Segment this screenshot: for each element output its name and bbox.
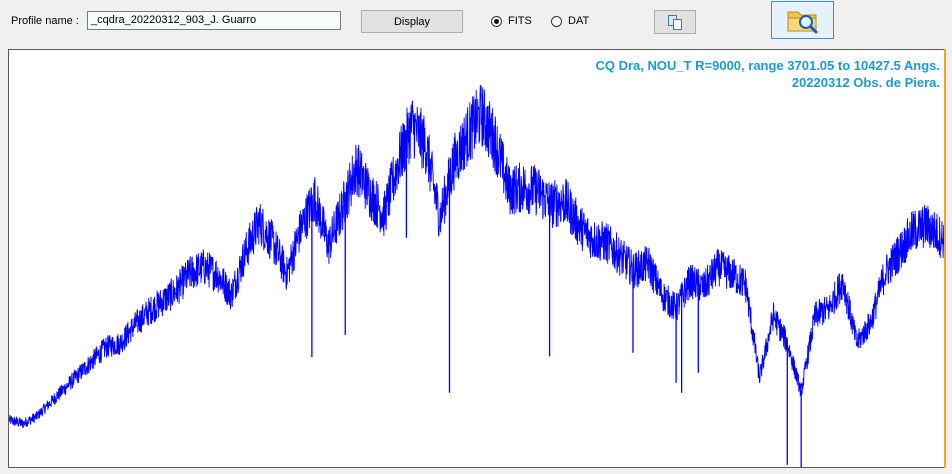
spectrum-chart xyxy=(9,85,944,467)
plot-title-line2: 20220312 Obs. de Piera. xyxy=(791,75,940,90)
fits-radio[interactable]: FITS xyxy=(491,15,532,27)
spectrum-plot[interactable]: CQ Dra, NOU_T R=9000, range 3701.05 to 1… xyxy=(8,49,945,468)
spectrum-line xyxy=(9,85,944,428)
display-button[interactable]: Display xyxy=(361,10,463,33)
open-profile-button[interactable] xyxy=(771,1,834,39)
copy-button[interactable] xyxy=(654,10,696,34)
dat-radio-indicator[interactable] xyxy=(551,15,562,27)
copy-icon xyxy=(668,15,682,30)
folder-search-icon xyxy=(787,11,817,34)
dat-radio-label: DAT xyxy=(568,15,590,27)
profile-name-input[interactable]: _cqdra_20220312_903_J. Guarro xyxy=(87,11,341,30)
profile-name-label: Profile name : xyxy=(11,15,79,27)
toolbar: Profile name : _cqdra_20220312_903_J. Gu… xyxy=(0,0,952,48)
dat-radio[interactable]: DAT xyxy=(551,15,589,27)
plot-title-line1: CQ Dra, NOU_T R=9000, range 3701.05 to 1… xyxy=(595,58,940,73)
fits-radio-indicator[interactable] xyxy=(491,15,502,27)
fits-radio-label: FITS xyxy=(508,15,532,27)
plot-title: CQ Dra, NOU_T R=9000, range 3701.05 to 1… xyxy=(595,57,940,91)
plot-right-edge xyxy=(944,49,946,468)
